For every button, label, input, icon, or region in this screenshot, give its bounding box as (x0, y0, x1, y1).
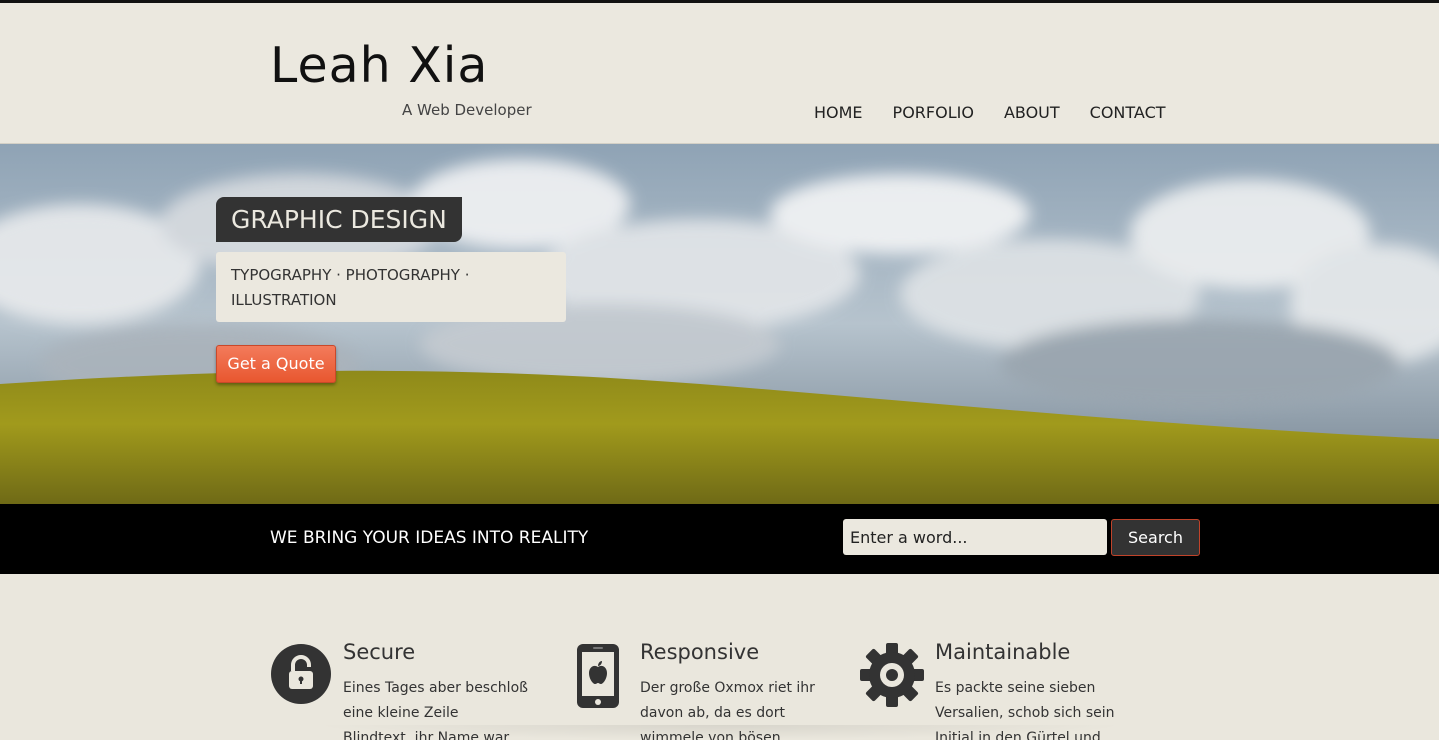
lock-icon (270, 643, 332, 709)
hero-subtitle-line2: ILLUSTRATION (231, 291, 337, 309)
hero-subtitle-line1: TYPOGRAPHY · PHOTOGRAPHY · (231, 266, 470, 284)
feature-title: Secure (343, 640, 416, 664)
gear-icon (860, 643, 924, 711)
nav-contact[interactable]: CONTACT (1090, 103, 1166, 122)
nav-home[interactable]: HOME (814, 103, 863, 122)
nav-portfolio[interactable]: PORFOLIO (893, 103, 974, 122)
slogan: WE BRING YOUR IDEAS INTO REALITY (270, 528, 589, 548)
site-header: Leah Xia A Web Developer HOME PORFOLIO A… (0, 3, 1439, 144)
feature-title: Maintainable (935, 640, 1071, 664)
search-bar-section: WE BRING YOUR IDEAS INTO REALITY Search (0, 504, 1439, 574)
search-button[interactable]: Search (1111, 519, 1200, 556)
hero-background-image (0, 144, 1439, 504)
site-logo[interactable]: Leah Xia (270, 37, 488, 94)
get-quote-button[interactable]: Get a Quote (216, 345, 336, 383)
hero-banner: GRAPHIC DESIGN TYPOGRAPHY · PHOTOGRAPHY … (0, 144, 1439, 504)
feature-title: Responsive (640, 640, 760, 664)
hero-subtitle-box: TYPOGRAPHY · PHOTOGRAPHY · ILLUSTRATION (216, 252, 566, 322)
search-input[interactable] (843, 519, 1107, 555)
content-shadow (310, 725, 1130, 740)
nav-about[interactable]: ABOUT (1004, 103, 1060, 122)
site-tagline: A Web Developer (402, 101, 532, 119)
mobile-phone-icon (576, 643, 620, 713)
hero-title: GRAPHIC DESIGN (216, 197, 462, 242)
main-nav: HOME PORFOLIO ABOUT CONTACT (814, 103, 1166, 122)
